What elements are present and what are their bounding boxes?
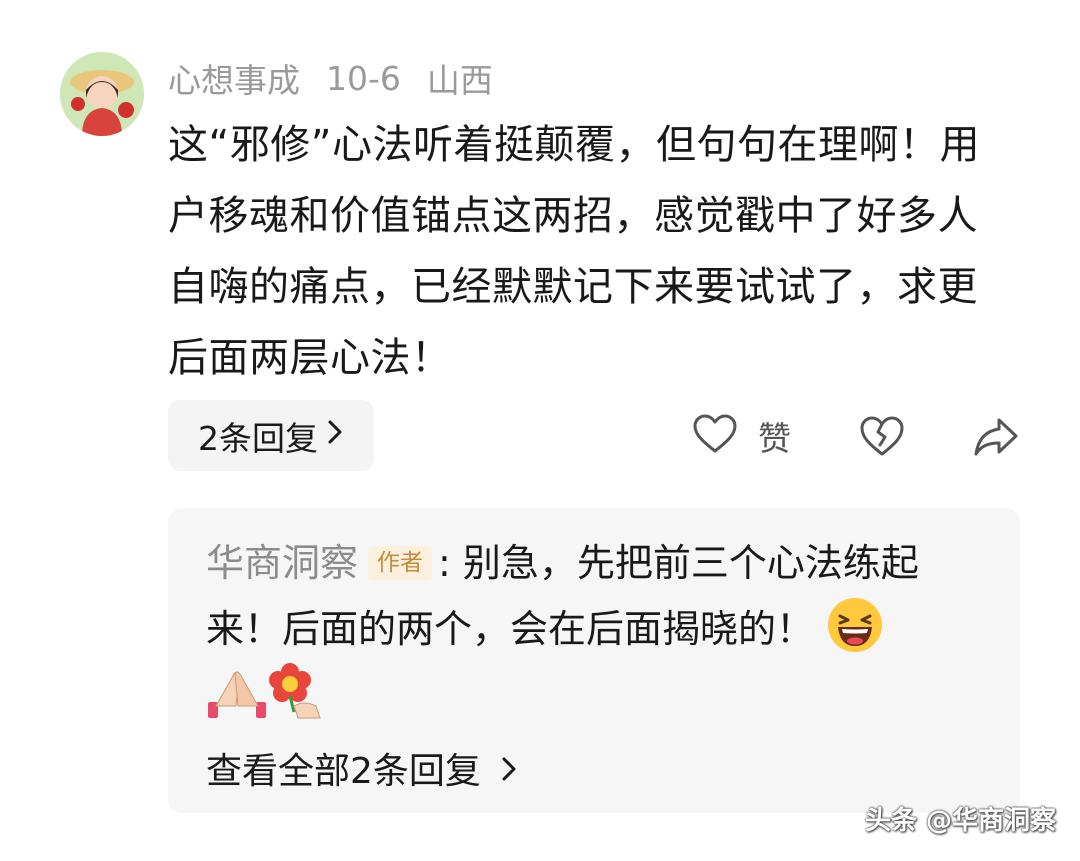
avatar-image (60, 52, 144, 136)
view-all-replies-label: 查看全部2条回复 (206, 751, 481, 792)
reply-author[interactable]: 华商洞察 (206, 541, 358, 585)
comment-text: 这“邪修”心法听着挺颠覆，但句句在理啊！用户移魂和价值锚点这两招，感觉戳中了好多… (168, 122, 980, 381)
share-arrow-icon (974, 418, 1018, 456)
dislike-button[interactable] (858, 412, 906, 460)
user-avatar[interactable] (60, 52, 144, 136)
replies-button-label: 2条回复 (198, 418, 318, 458)
chevron-right-icon (326, 418, 344, 454)
reply-preview-box[interactable]: 华商洞察 作者: 别急，先把前三个心法练起来！后面的两个，会在后面揭晓的！ 查看… (168, 508, 1020, 813)
watermark: 头条 @华商洞察 (864, 806, 1056, 836)
heart-outline-icon (692, 413, 738, 459)
chevron-right-icon (500, 755, 518, 791)
author-badge: 作者 (368, 546, 433, 580)
comment-meta: 心想事成 10-6 山西 (168, 54, 519, 102)
like-button[interactable]: 赞 (692, 410, 791, 462)
replies-button[interactable]: 2条回复 (168, 400, 374, 471)
comment-location: 山西 (426, 61, 493, 100)
view-all-replies-link[interactable]: 查看全部2条回复 (206, 742, 518, 794)
share-button[interactable] (972, 412, 1020, 460)
giving-flower-icon (264, 662, 322, 720)
comment-date: 10-6 (326, 58, 401, 98)
grinning-face-icon (826, 596, 884, 654)
reply-content: 华商洞察 作者: 别急，先把前三个心法练起来！后面的两个，会在后面揭晓的！ (206, 530, 986, 728)
like-label: 赞 (758, 419, 791, 458)
high-five-hands-icon (206, 662, 266, 720)
broken-heart-icon (860, 416, 904, 456)
username[interactable]: 心想事成 (168, 54, 300, 102)
